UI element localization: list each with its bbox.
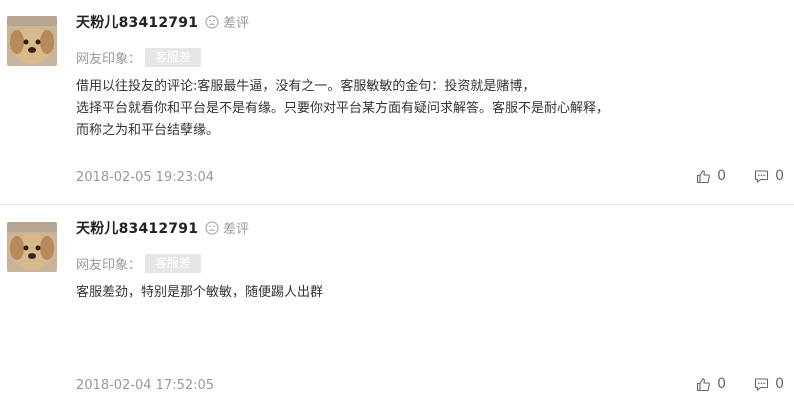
impression: 网友印象： 客服差 [76, 254, 202, 273]
impression-label: 网友印象： [76, 52, 142, 67]
impression-label: 网友印象： [76, 258, 142, 273]
impression: 网友印象： 客服差 [76, 48, 202, 67]
divider [0, 204, 794, 205]
rating: 差评 [205, 12, 249, 31]
review-actions: 0 0 [696, 168, 784, 184]
review-content-line: 客服差劲，特别是那个敏敏，随便踢人出群 [76, 285, 324, 300]
thumbs-up-icon [697, 169, 711, 183]
review-content: 借用以往投友的评论:客服最牛逼，没有之一。客服敏敏的金句：投资就是赌博， 选择平… [76, 76, 716, 142]
review-date: 2018-02-05 19:23:04 [76, 170, 215, 185]
comment-count: 0 [775, 376, 784, 392]
comment-icon [755, 377, 769, 391]
like-count: 0 [717, 376, 727, 392]
rating-label: 差评 [223, 222, 250, 237]
review-content-line: 借用以往投友的评论:客服最牛逼，没有之一。客服敏敏的金句：投资就是赌博， [76, 79, 536, 94]
review-item: 天粉儿83412791 差评 网友印象： 客服差 客服差劲，特别是那个敏敏，随便… [0, 206, 794, 410]
review-item: 天粉儿83412791 差评 网友印象： 客服差 借用以往投友的评论:客服最牛逼… [0, 0, 794, 205]
avatar[interactable] [7, 16, 57, 66]
like-button[interactable]: 0 [696, 168, 726, 184]
like-button[interactable]: 0 [696, 376, 726, 392]
comment-icon [755, 169, 769, 183]
thumbs-up-icon [697, 377, 711, 391]
impression-tag: 客服差 [145, 254, 202, 273]
rating: 差评 [205, 218, 249, 237]
comment-button[interactable]: 0 [754, 376, 784, 392]
rating-label: 差评 [223, 16, 250, 31]
comment-count: 0 [775, 168, 784, 184]
review-content: 客服差劲，特别是那个敏敏，随便踢人出群 [76, 282, 716, 304]
username[interactable]: 天粉儿83412791 [76, 12, 198, 32]
comment-button[interactable]: 0 [754, 168, 784, 184]
frown-icon [205, 14, 219, 29]
review-content-line: 选择平台就看你和平台是不是有缘。只要你对平台某方面有疑问求解答。客服不是耐心解释… [76, 101, 610, 116]
avatar[interactable] [7, 222, 57, 272]
username[interactable]: 天粉儿83412791 [76, 218, 198, 238]
impression-tag: 客服差 [145, 48, 202, 67]
review-date: 2018-02-04 17:52:05 [76, 378, 215, 393]
frown-icon [205, 220, 219, 235]
review-content-line: 而称之为和平台结孽缘。 [76, 123, 220, 138]
like-count: 0 [717, 168, 727, 184]
review-actions: 0 0 [696, 376, 784, 392]
